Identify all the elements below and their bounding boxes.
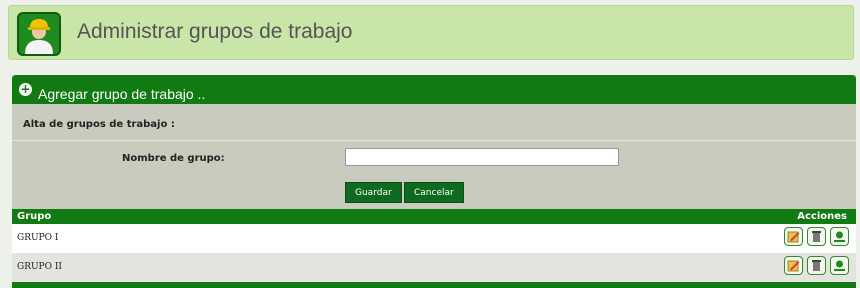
divider [12,140,856,141]
column-header-grupo: Grupo [17,211,52,222]
table-footer [12,282,856,288]
delete-icon[interactable] [807,227,826,246]
table-row: GRUPO II [12,253,856,282]
worker-icon [17,12,61,56]
users-icon[interactable] [830,256,849,275]
delete-icon[interactable] [807,256,826,275]
page-title: Administrar grupos de trabajo [77,20,353,43]
section-label: Alta de grupos de trabajo : [23,119,175,130]
group-name-input[interactable] [345,148,619,166]
plus-circle-icon[interactable]: + [19,83,32,96]
cancel-button[interactable]: Cancelar [404,182,464,203]
users-icon[interactable] [830,227,849,246]
column-header-acciones: Acciones [797,211,847,222]
row-actions [784,227,849,246]
group-name: GRUPO I [17,233,59,243]
panel-title[interactable]: Agregar grupo de trabajo .. [38,86,205,102]
table-header: Grupo Acciones [12,209,856,224]
group-name-label: Nombre de grupo: [122,153,225,164]
group-name: GRUPO II [17,262,62,272]
page-header: Administrar grupos de trabajo [8,5,854,60]
table-row: GRUPO I [12,224,856,253]
row-actions [784,256,849,275]
save-button[interactable]: Guardar [345,182,402,203]
panel-header[interactable]: + Agregar grupo de trabajo .. [12,75,856,104]
edit-icon[interactable] [784,227,803,246]
groups-table: Grupo Acciones GRUPO I GRUPO II [12,209,856,288]
add-group-panel: + Agregar grupo de trabajo .. Alta de gr… [12,75,856,288]
edit-icon[interactable] [784,256,803,275]
